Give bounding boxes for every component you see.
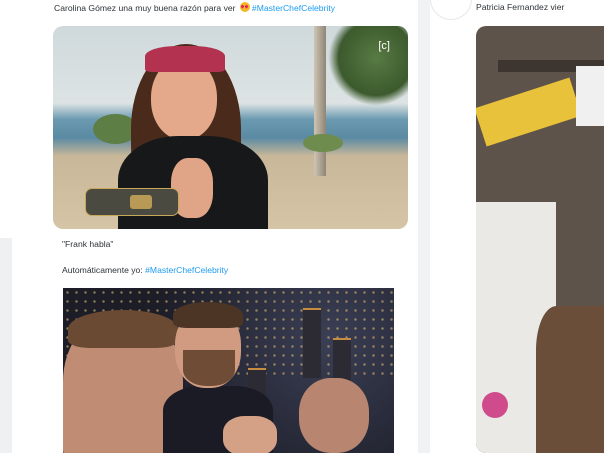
pink-flower <box>482 392 508 418</box>
person-center-hair <box>173 302 243 328</box>
show-badge <box>85 188 179 216</box>
bush <box>303 134 343 152</box>
person-right <box>299 378 369 453</box>
foliage <box>328 26 408 106</box>
masterchef-logo-icon <box>130 195 152 209</box>
tweet-line-2: Automáticamente yo: #MasterChefCelebrity <box>62 264 228 276</box>
tweet-image-beach[interactable]: [c] <box>53 26 408 229</box>
column-gutter <box>418 0 430 453</box>
window <box>576 66 604 126</box>
channel-logo-icon: [c] <box>378 40 390 52</box>
tweet-text: Carolina Gómez una muy buena razón para … <box>54 2 335 14</box>
yellow-object <box>476 77 582 147</box>
person-left-hair <box>68 310 178 348</box>
red-bandana <box>145 46 225 72</box>
building <box>303 308 321 378</box>
person-center-beard <box>183 350 235 386</box>
palm-trunk <box>314 26 326 176</box>
tweet-text: Patricia Fernandez vier <box>476 2 565 12</box>
tweet-line-1: "Frank habla" <box>62 239 114 249</box>
tweet-card-carolina[interactable]: Carolina Gómez una muy buena razón para … <box>0 0 418 238</box>
hashtag-link[interactable]: #MasterChefCelebrity <box>252 3 335 13</box>
tweet-text-body: Carolina Gómez una muy buena razón para … <box>54 3 236 13</box>
timeline: Carolina Gómez una muy buena razón para … <box>0 0 604 453</box>
heart-eyes-emoji-icon <box>239 2 250 12</box>
hashtag-link[interactable]: #MasterChefCelebrity <box>145 265 228 275</box>
wooden-surface <box>536 306 604 453</box>
clasped-hands <box>223 416 277 453</box>
tweet-image-kitchen[interactable] <box>476 26 604 453</box>
tweet-image-laughing[interactable] <box>63 288 394 453</box>
tweet-text-body: Automáticamente yo: <box>62 265 143 275</box>
